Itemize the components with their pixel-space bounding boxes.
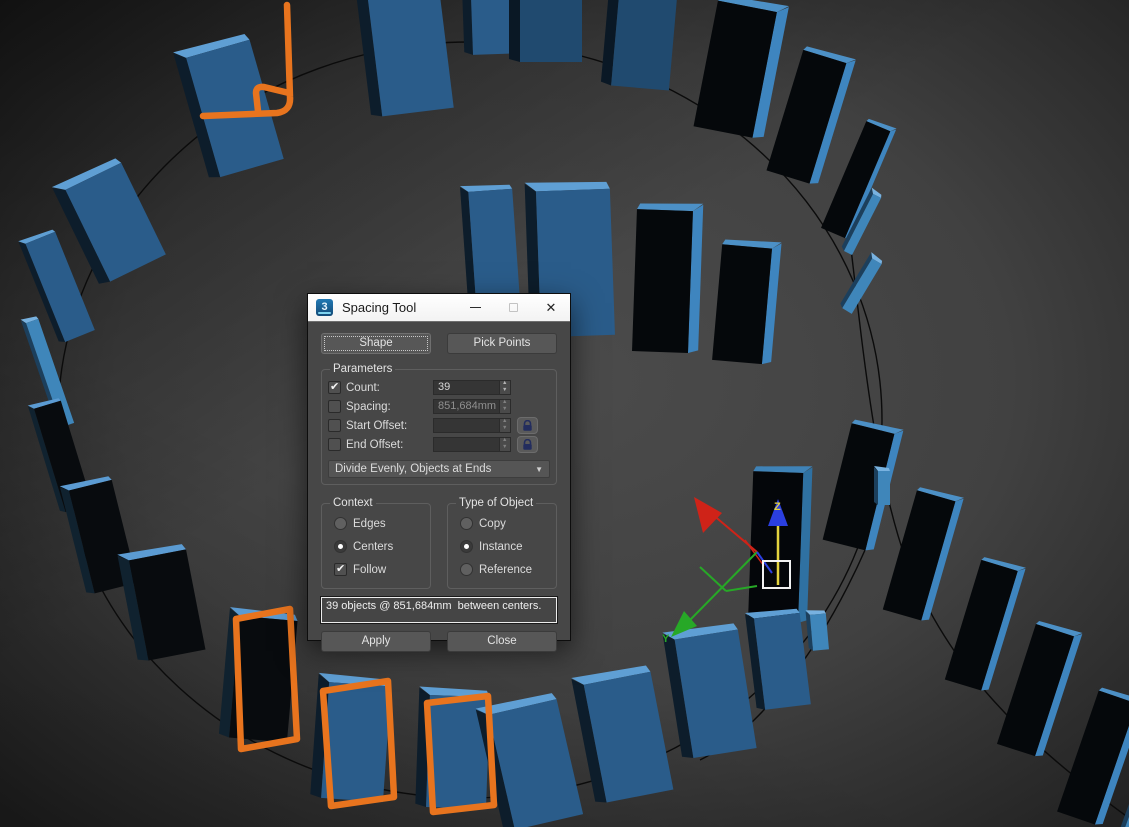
end-offset-spinner[interactable]: [499, 437, 511, 452]
spacing-label: Spacing:: [346, 400, 391, 413]
domino[interactable]: [712, 237, 782, 365]
lock-icon: [523, 438, 532, 450]
context-group: Context Edges Centers Follow: [321, 497, 431, 589]
type-option-instance[interactable]: Instance: [454, 535, 550, 558]
spacing-input[interactable]: 851,684mm: [433, 399, 499, 414]
type-option-copy[interactable]: Copy: [454, 512, 550, 535]
start-offset-checkbox[interactable]: [328, 419, 341, 432]
start-offset-input[interactable]: [433, 418, 499, 433]
context-option-centers[interactable]: Centers: [328, 535, 424, 558]
edges-radio[interactable]: [334, 517, 347, 530]
axis-label-z: Z: [774, 501, 781, 513]
maximize-icon: [508, 303, 518, 312]
domino[interactable]: [509, 0, 582, 62]
reference-radio[interactable]: [460, 563, 473, 576]
close-dialog-button[interactable]: Close: [447, 631, 557, 652]
start-offset-lock-button[interactable]: [517, 417, 538, 434]
domino[interactable]: [600, 0, 680, 91]
3dsmax-app-icon: 3: [316, 299, 333, 316]
dialog-title: Spacing Tool: [342, 300, 417, 315]
context-group-label: Context: [333, 497, 373, 509]
shape-button[interactable]: Shape: [321, 333, 431, 354]
parameters-group: Parameters Count: 39 Spacing: 851,684mm: [321, 363, 557, 485]
3ds-max-viewport[interactable]: Z Y 3 Spacing Tool ✕ Shape Pick Points Pa…: [0, 0, 1129, 827]
domino[interactable]: [874, 466, 890, 505]
instance-label: Instance: [479, 540, 523, 553]
spacing-spinner[interactable]: [499, 399, 511, 414]
instance-radio[interactable]: [460, 540, 473, 553]
domino[interactable]: [748, 464, 813, 623]
dialog-titlebar[interactable]: 3 Spacing Tool ✕: [308, 294, 570, 322]
lock-icon: [523, 419, 532, 431]
end-offset-input[interactable]: [433, 437, 499, 452]
end-offset-lock-button[interactable]: [517, 436, 538, 453]
count-row: Count: 39: [328, 378, 550, 397]
parameters-group-label: Parameters: [333, 363, 393, 375]
count-checkbox[interactable]: [328, 380, 341, 394]
count-spinner[interactable]: [499, 380, 511, 395]
context-option-edges[interactable]: Edges: [328, 512, 424, 535]
end-offset-checkbox[interactable]: [328, 438, 341, 451]
count-label: Count:: [346, 381, 380, 394]
copy-label: Copy: [479, 517, 506, 530]
start-offset-label: Start Offset:: [346, 419, 408, 432]
centers-label: Centers: [353, 540, 394, 553]
start-offset-spinner[interactable]: [499, 418, 511, 433]
type-option-reference[interactable]: Reference: [454, 558, 550, 581]
spacing-checkbox[interactable]: [328, 400, 341, 413]
domino[interactable]: [355, 0, 454, 118]
close-button[interactable]: ✕: [532, 294, 570, 322]
centers-radio[interactable]: [334, 540, 347, 553]
chevron-down-icon: ▼: [535, 464, 543, 474]
type-of-object-group: Type of Object Copy Instance Reference: [447, 497, 557, 589]
domino[interactable]: [632, 201, 704, 353]
spacing-row: Spacing: 851,684mm: [328, 397, 550, 416]
spacing-tool-dialog[interactable]: 3 Spacing Tool ✕ Shape Pick Points Param…: [307, 293, 571, 652]
end-offset-label: End Offset:: [346, 438, 404, 451]
copy-radio[interactable]: [460, 517, 473, 530]
apply-button[interactable]: Apply: [321, 631, 431, 652]
type-of-object-group-label: Type of Object: [459, 497, 534, 509]
divide-mode-value: Divide Evenly, Objects at Ends: [335, 463, 492, 475]
domino[interactable]: [218, 607, 299, 743]
pick-points-button[interactable]: Pick Points: [447, 333, 557, 354]
edges-label: Edges: [353, 517, 386, 530]
start-offset-row: Start Offset:: [328, 416, 550, 435]
axis-label-y: Y: [662, 633, 670, 645]
minimize-button[interactable]: [456, 294, 494, 322]
reference-label: Reference: [479, 563, 533, 576]
divide-mode-dropdown[interactable]: Divide Evenly, Objects at Ends ▼: [328, 460, 550, 478]
end-offset-row: End Offset:: [328, 435, 550, 454]
follow-checkbox[interactable]: [334, 562, 347, 576]
context-option-follow[interactable]: Follow: [328, 558, 424, 581]
status-readout: 39 objects @ 851,684mm between centers.: [320, 596, 558, 624]
count-input[interactable]: 39: [433, 380, 499, 395]
follow-label: Follow: [353, 563, 387, 576]
maximize-button[interactable]: [494, 294, 532, 322]
domino[interactable]: [805, 608, 829, 651]
minimize-icon: [469, 307, 481, 308]
